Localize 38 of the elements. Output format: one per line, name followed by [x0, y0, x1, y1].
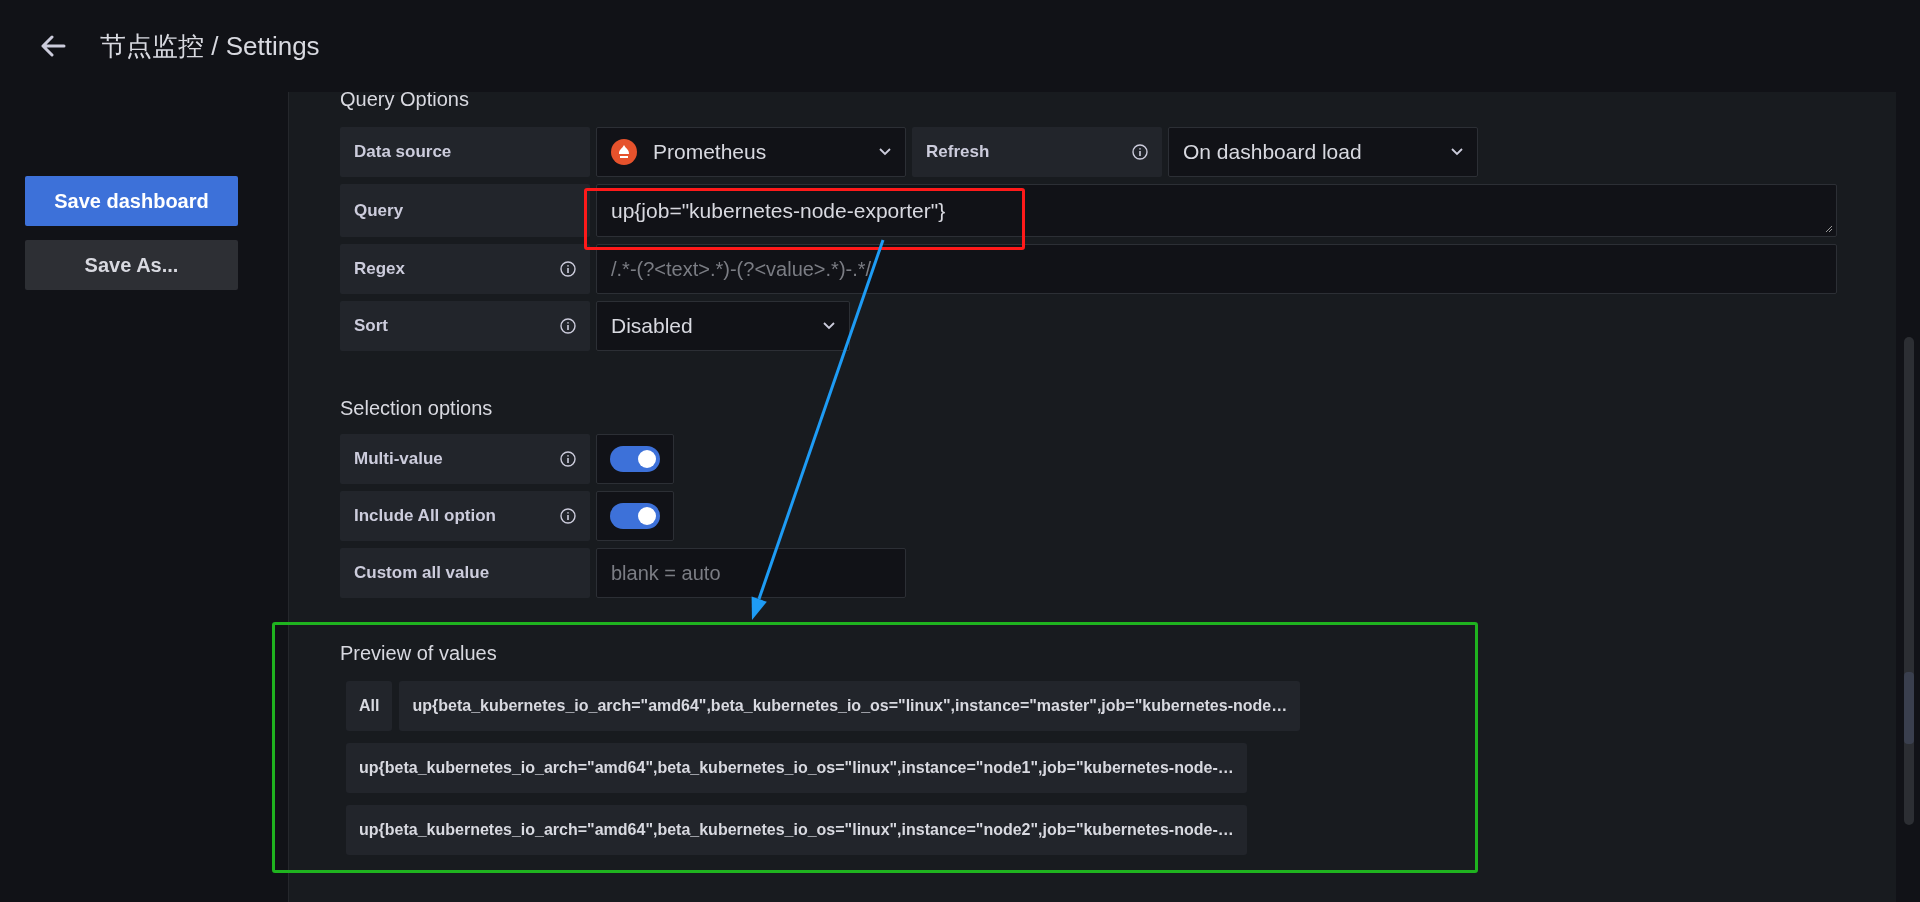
toggle-switch[interactable]	[610, 446, 660, 472]
field-label: Refresh	[926, 142, 990, 162]
data-source-select[interactable]: Prometheus	[596, 127, 906, 177]
field-label: Include All option	[354, 506, 496, 526]
info-icon[interactable]	[1132, 144, 1148, 160]
toggle-switch[interactable]	[610, 503, 660, 529]
page-title: 节点监控 / Settings	[100, 29, 320, 63]
save-as-button[interactable]: Save As...	[25, 240, 238, 290]
save-dashboard-button[interactable]: Save dashboard	[25, 176, 238, 226]
value-tag: up{beta_kubernetes_io_arch="amd64",beta_kubernetes_io_os="linux",instance="node2",job="kubernetes-node-…	[346, 805, 1247, 855]
info-icon[interactable]	[560, 451, 576, 467]
field-label: Query	[340, 184, 590, 237]
value-tag: up{beta_kubernetes_io_arch="amd64",beta_kubernetes_io_os="linux",instance="master",job="kubernetes-node…	[399, 681, 1301, 731]
info-icon[interactable]	[560, 508, 576, 524]
chevron-down-icon	[1451, 148, 1463, 156]
field-label: Custom all value	[340, 548, 590, 598]
flame-icon	[611, 139, 637, 165]
info-icon[interactable]	[560, 318, 576, 334]
value-tag: All	[346, 681, 393, 731]
value-tag: up{beta_kubernetes_io_arch="amd64",beta_kubernetes_io_os="linux",instance="node1",job="kubernetes-node-…	[346, 743, 1247, 793]
regex-field[interactable]: /.*-(?<text>.*)-(?<value>.*)-.*/	[596, 244, 1837, 294]
chevron-down-icon	[823, 322, 835, 330]
field-label: Multi-value	[354, 449, 443, 469]
sort-select[interactable]: Disabled	[596, 301, 850, 351]
resize-handle-icon[interactable]	[1825, 225, 1833, 233]
refresh-select[interactable]: On dashboard load	[1168, 127, 1478, 177]
query-field[interactable]: up{job="kubernetes-node-exporter"}	[596, 184, 1837, 237]
section-heading: Selection options	[340, 397, 494, 420]
info-icon[interactable]	[560, 261, 576, 277]
back-arrow-icon[interactable]	[40, 35, 66, 57]
section-heading: Query Options	[340, 92, 470, 111]
custom-all-value-field[interactable]: blank = auto	[596, 548, 906, 598]
scrollbar[interactable]	[1904, 337, 1914, 825]
chevron-down-icon	[879, 148, 891, 156]
field-label: Data source	[340, 127, 590, 177]
field-label: Sort	[354, 316, 388, 336]
field-label: Regex	[354, 259, 406, 279]
section-heading: Preview of values	[340, 642, 498, 665]
